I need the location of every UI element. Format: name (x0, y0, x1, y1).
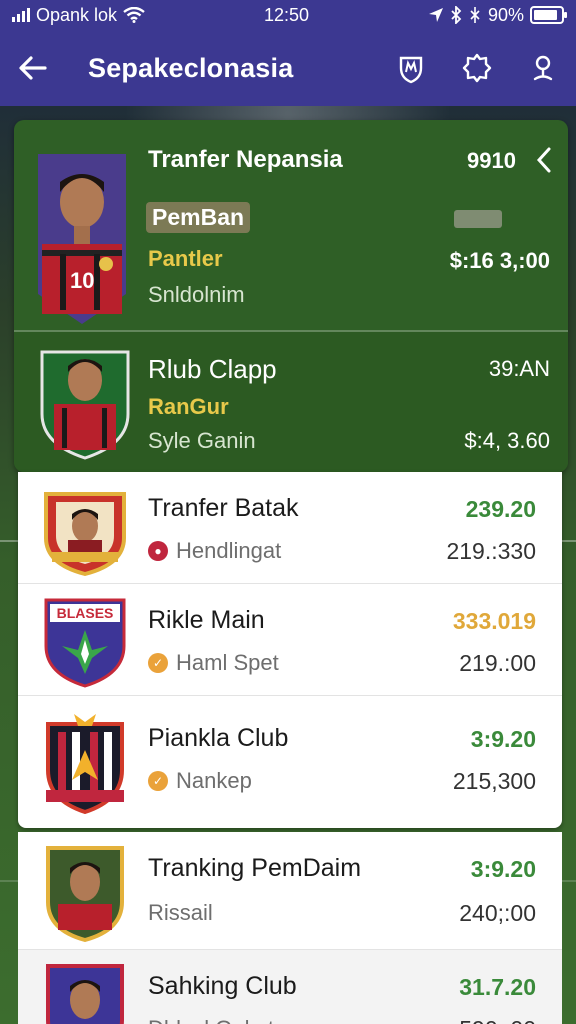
app-bar-actions (394, 51, 560, 85)
app-bar: Sepakeclonasia (0, 30, 576, 106)
featured-role: RanGur (148, 394, 229, 419)
item-sub-label: Nankep (176, 768, 252, 793)
crest-label: BLASES (57, 605, 114, 621)
page-title: Sepakeclonasia (88, 52, 294, 83)
transfer-list: Tranfer Batak ● Hendlingat 239.20 219.:33… (18, 472, 562, 828)
item-value-secondary: 240;:00 (459, 900, 536, 926)
item-name: Sahking Club (148, 972, 297, 1000)
featured-subtitle: Syle Ganin (148, 428, 256, 453)
featured-subtitle: Snldolnim (148, 282, 245, 307)
item-name: Tranfer Batak (148, 494, 299, 522)
player-crest-icon (42, 842, 128, 943)
bluetooth-icon (451, 6, 462, 24)
item-sub-label: Hendlingat (176, 538, 282, 563)
signal-icon (12, 8, 30, 22)
item-sub: Dhlasl Ooket (148, 1016, 274, 1024)
club-crest-icon: BLASES (42, 594, 128, 688)
status-tag (454, 210, 502, 228)
check-icon: ✓ (148, 771, 168, 791)
club-crest-icon (42, 710, 128, 815)
featured-item[interactable]: 10 Tranfer Nepansia 9910 PemBan Pantler … (14, 120, 568, 330)
list-item[interactable]: Sahking Club Dhlasl Ooket 31.7.20 590.:0… (18, 950, 562, 1024)
item-value-primary: 3:9.20 (470, 726, 536, 752)
player-card-image: 10 (34, 154, 130, 324)
featured-item[interactable]: Rlub Clapp 39:AN RanGur Syle Ganin $:4, … (14, 332, 568, 472)
battery-percent: 90% (487, 4, 524, 25)
clock: 12:50 (263, 4, 310, 25)
item-value-primary: 333.019 (452, 608, 536, 634)
item-value-primary: 31.7.20 (459, 974, 536, 1000)
item-sub: ● Hendlingat (148, 538, 281, 564)
player-crest-icon (42, 960, 128, 1024)
check-icon: ✓ (148, 653, 168, 673)
item-name: Tranking PemDaim (148, 854, 362, 882)
list-item[interactable]: BLASES Rikle Main ✓ Haml Spet 333.019 219… (18, 584, 562, 696)
list-item[interactable]: Tranfer Batak ● Hendlingat 239.20 219.:33… (18, 472, 562, 584)
status-right: 90% (428, 4, 567, 26)
wifi-icon (123, 7, 145, 23)
featured-role: Pantler (148, 246, 223, 271)
status-left: Opank lok (12, 5, 145, 26)
status-bar: Opank lok 12:50 90% (0, 0, 576, 30)
transfer-list-lower: Tranking PemDaim Rissail 3:9.20 240;:00 … (18, 832, 562, 1024)
player-crest-image (40, 344, 130, 460)
featured-panel: 10 Tranfer Nepansia 9910 PemBan Pantler … (14, 120, 568, 472)
chevron-left-icon[interactable] (534, 146, 554, 174)
back-arrow-icon[interactable] (16, 51, 50, 85)
item-value-secondary: 219.:330 (446, 538, 536, 564)
shield-icon[interactable] (394, 51, 428, 85)
item-value-primary: 239.20 (465, 496, 536, 522)
featured-title: Rlub Clapp (148, 354, 277, 384)
profile-pin-icon[interactable] (526, 51, 560, 85)
item-value-secondary: 219.:00 (459, 650, 536, 676)
alarm-icon (470, 7, 480, 23)
item-name: Piankla Club (148, 724, 289, 752)
item-value-secondary: 590.:00 (459, 1016, 536, 1024)
battery-icon (530, 6, 567, 24)
settings-gear-icon[interactable] (460, 51, 494, 85)
item-sub: ✓ Nankep (148, 768, 252, 794)
jersey-number: 10 (70, 268, 94, 293)
item-sub: Rissail (148, 900, 213, 925)
location-icon (428, 8, 443, 22)
featured-right-top: 9910 (467, 148, 516, 173)
club-crest-icon (42, 482, 128, 577)
list-item[interactable]: Piankla Club ✓ Nankep 3:9.20 215,300 (18, 696, 562, 828)
featured-right-bottom: $:16 3,:00 (449, 248, 550, 273)
record-icon: ● (148, 541, 168, 561)
item-sub-label: Haml Spet (176, 650, 279, 675)
item-sub: ✓ Haml Spet (148, 650, 279, 676)
list-item[interactable]: Tranking PemDaim Rissail 3:9.20 240;:00 (18, 832, 562, 950)
battery-fill (534, 10, 557, 20)
featured-pill: PemBan (146, 202, 251, 233)
featured-right-top: 39:AN (488, 356, 550, 381)
item-value-primary: 3:9.20 (470, 856, 536, 882)
featured-right-bottom: $:4, 3.60 (464, 428, 550, 453)
item-value-secondary: 215,300 (452, 768, 536, 794)
item-name: Rikle Main (148, 606, 265, 634)
featured-title: Tranfer Nepansia (148, 146, 343, 173)
carrier-label: Opank lok (36, 4, 118, 25)
